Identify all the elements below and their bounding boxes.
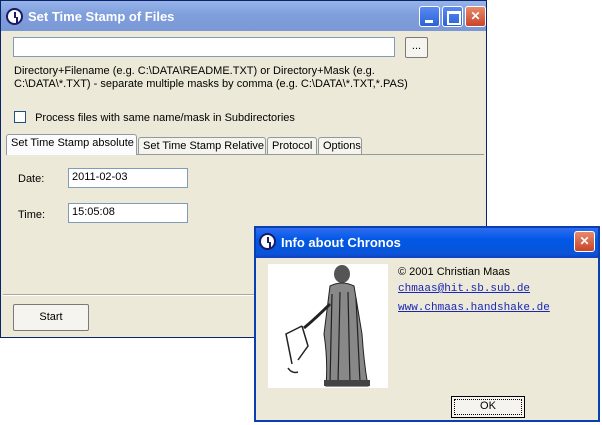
website-link[interactable]: www.chmaas.handshake.de — [398, 302, 550, 314]
copyright-text: © 2001 Christian Maas — [398, 266, 511, 278]
path-input[interactable] — [13, 37, 395, 57]
time-input[interactable]: 15:05:08 — [68, 203, 188, 223]
path-hint: Directory+Filename (e.g. C:\DATA\README.… — [14, 65, 454, 91]
path-hint-line-1: Directory+Filename (e.g. C:\DATA\README.… — [14, 65, 375, 77]
start-button[interactable]: Start — [13, 304, 89, 331]
statue-drawing — [285, 265, 370, 387]
email-link[interactable]: chmaas@hit.sb.sub.de — [398, 283, 530, 295]
app-icon[interactable] — [6, 8, 23, 25]
tab-relative[interactable]: Set Time Stamp Relative — [138, 137, 266, 155]
tab-protocol[interactable]: Protocol — [267, 137, 317, 155]
subdirectories-checkbox[interactable] — [14, 111, 26, 123]
main-titlebar[interactable]: Set Time Stamp of Files ✕ — [1, 1, 486, 31]
date-label: Date: — [18, 173, 45, 185]
browse-button[interactable]: ... — [405, 37, 428, 58]
close-icon[interactable]: ✕ — [465, 6, 486, 27]
tab-absolute[interactable]: Set Time Stamp absolute — [6, 134, 137, 155]
subdirectories-label: Process files with same name/mask in Sub… — [35, 112, 295, 124]
ok-button[interactable]: OK — [451, 396, 525, 418]
info-window-title: Info about Chronos — [281, 235, 401, 250]
tab-options[interactable]: Options — [318, 137, 362, 155]
date-input[interactable]: 2011-02-03 — [68, 168, 188, 188]
statue-image — [268, 264, 388, 388]
info-about-chronos-dialog: Info about Chronos ✕ © 2001 Christian Ma… — [254, 226, 600, 422]
info-titlebar[interactable]: Info about Chronos ✕ — [256, 228, 598, 258]
info-close-icon[interactable]: ✕ — [574, 231, 595, 252]
main-window-title: Set Time Stamp of Files — [28, 9, 175, 24]
time-label: Time: — [18, 209, 46, 221]
minimize-icon[interactable] — [419, 6, 440, 27]
subdirectories-option[interactable]: Process files with same name/mask in Sub… — [14, 111, 295, 124]
info-app-icon — [259, 233, 276, 250]
path-hint-line-2: C:\DATA\*.TXT) - separate multiple masks… — [14, 78, 408, 90]
maximize-icon[interactable] — [442, 6, 463, 27]
